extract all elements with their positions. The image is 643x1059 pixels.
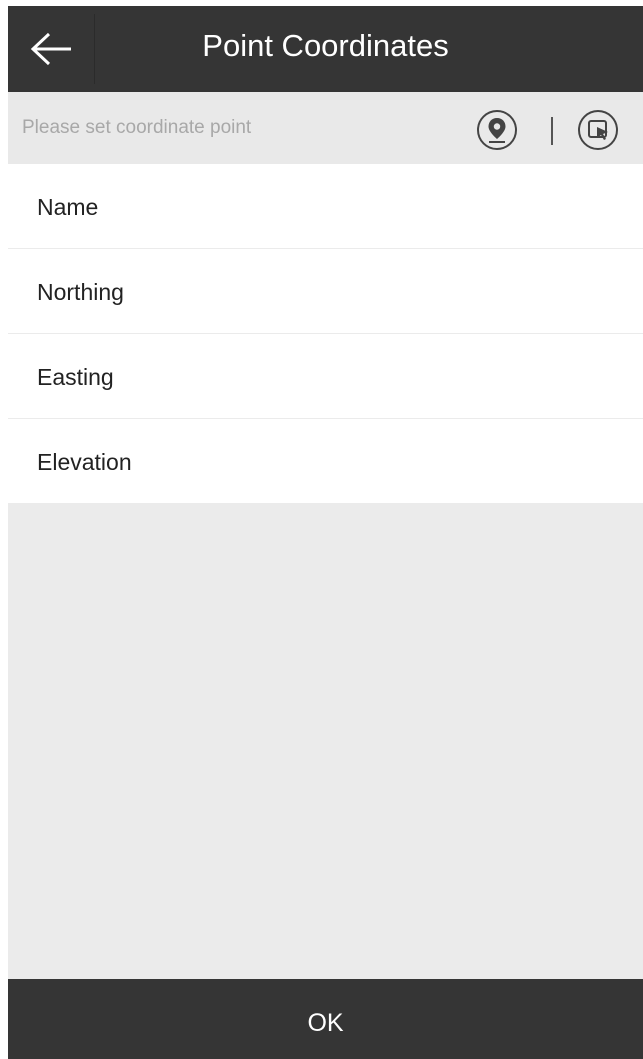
coordinate-field-list: Name Northing Easting Elevation (8, 164, 643, 504)
select-on-map-icon (578, 110, 618, 150)
field-label-northing: Northing (37, 279, 124, 305)
coordinate-point-bar: Please set coordinate point (8, 92, 643, 164)
ok-button[interactable]: OK (8, 979, 643, 1059)
coordinate-placeholder[interactable]: Please set coordinate point (22, 92, 251, 164)
elevation-input[interactable] (208, 437, 632, 487)
page-title: Point Coordinates (202, 28, 449, 63)
arrow-left-icon (30, 32, 71, 66)
northing-input[interactable] (208, 267, 632, 317)
back-button[interactable] (8, 6, 94, 92)
field-row-name[interactable]: Name (8, 164, 643, 249)
location-pin-button[interactable] (475, 108, 519, 152)
app-header: Point Coordinates (8, 6, 643, 92)
field-row-elevation[interactable]: Elevation (8, 419, 643, 504)
name-input[interactable] (208, 182, 632, 232)
field-row-easting[interactable]: Easting (8, 334, 643, 419)
field-label-easting: Easting (37, 364, 114, 390)
field-label-elevation: Elevation (37, 449, 132, 475)
easting-input[interactable] (208, 352, 632, 402)
point-coordinates-screen: Point Coordinates Please set coordinate … (8, 6, 643, 1059)
field-label-name: Name (37, 194, 99, 220)
icon-divider (551, 117, 553, 145)
select-on-map-button[interactable] (576, 108, 620, 152)
field-row-northing[interactable]: Northing (8, 249, 643, 334)
location-pin-icon (477, 110, 517, 150)
